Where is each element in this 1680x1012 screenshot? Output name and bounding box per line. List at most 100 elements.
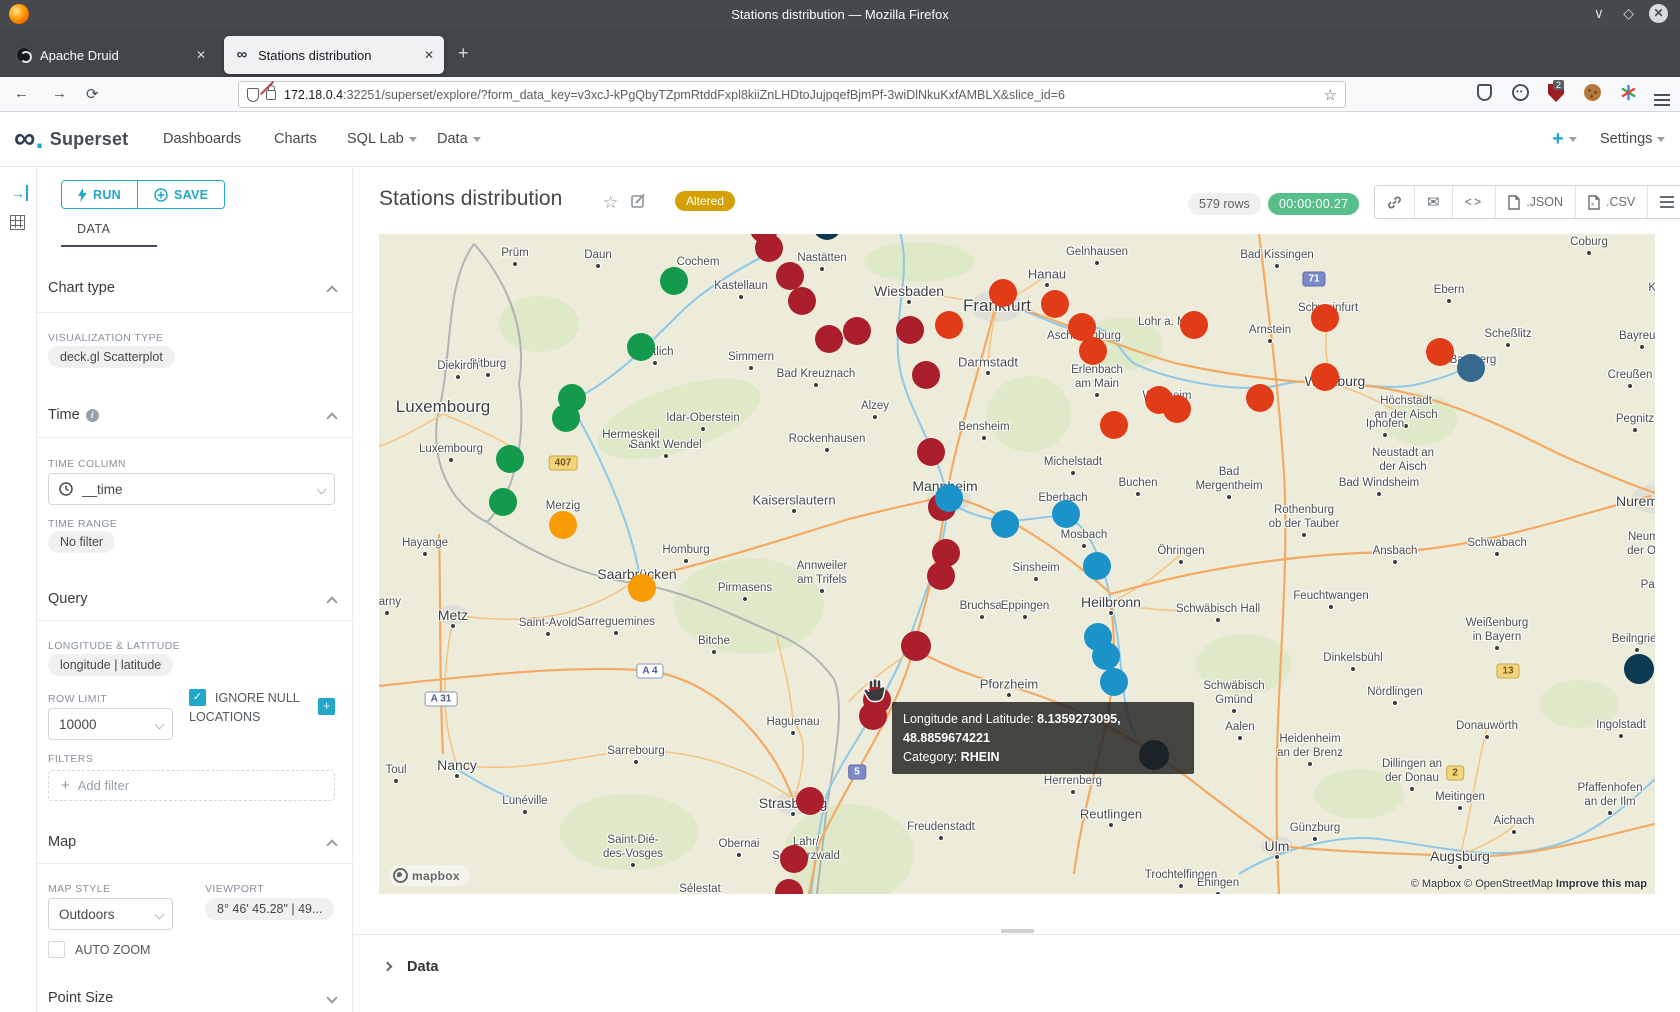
- favorite-star-icon[interactable]: ☆: [603, 193, 618, 213]
- data-point[interactable]: [627, 333, 655, 361]
- section-map[interactable]: Map: [48, 834, 76, 850]
- add-filter-box[interactable]: + Add filter: [48, 770, 335, 801]
- data-point[interactable]: [796, 787, 824, 815]
- data-point[interactable]: [1163, 395, 1191, 423]
- data-point[interactable]: [1083, 552, 1111, 580]
- viz-type-value[interactable]: deck.gl Scatterplot: [48, 346, 175, 368]
- data-point[interactable]: [1180, 311, 1208, 339]
- auto-zoom-checkbox[interactable]: [48, 941, 65, 958]
- pocket-icon[interactable]: [1477, 84, 1492, 101]
- section-query[interactable]: Query: [48, 591, 88, 607]
- data-point[interactable]: [815, 325, 843, 353]
- minimize-button[interactable]: ∨: [1594, 5, 1604, 22]
- chevron-up-icon[interactable]: [326, 839, 337, 850]
- section-point-size[interactable]: Point Size: [48, 990, 113, 1006]
- tab-close-icon[interactable]: ✕: [196, 48, 206, 62]
- data-point[interactable]: [489, 488, 517, 516]
- data-point[interactable]: [1426, 338, 1454, 366]
- tab-apache-druid[interactable]: Apache Druid ✕: [6, 36, 216, 74]
- data-point[interactable]: [991, 510, 1019, 538]
- nav-charts[interactable]: Charts: [274, 131, 317, 147]
- data-point[interactable]: [549, 511, 577, 539]
- cookie-icon[interactable]: [1584, 84, 1601, 101]
- nav-sql-lab[interactable]: SQL Lab: [347, 131, 417, 147]
- container-mask-icon[interactable]: [1512, 84, 1529, 101]
- data-point[interactable]: [1041, 290, 1069, 318]
- data-point[interactable]: [912, 361, 940, 389]
- map-style-select[interactable]: Outdoors: [48, 898, 173, 930]
- data-point[interactable]: [927, 562, 955, 590]
- share-link-button[interactable]: [1375, 186, 1415, 218]
- edit-title-icon[interactable]: [631, 193, 646, 213]
- export-json-button[interactable]: .JSON: [1496, 186, 1576, 218]
- lonlat-value[interactable]: longitude | latitude: [48, 654, 173, 676]
- bookmark-star-icon[interactable]: ☆: [1324, 86, 1337, 104]
- data-point[interactable]: [776, 262, 804, 290]
- embed-code-button[interactable]: <>: [1453, 186, 1497, 218]
- data-panel-toggle[interactable]: Data: [384, 959, 438, 975]
- run-button[interactable]: RUN: [62, 181, 138, 208]
- reload-button[interactable]: ⟳: [86, 85, 99, 103]
- data-point[interactable]: [1052, 500, 1080, 528]
- url-bar[interactable]: 172.18.0.4:32251/superset/explore/?form_…: [238, 81, 1346, 108]
- chevron-up-icon[interactable]: [326, 285, 337, 296]
- tab-data[interactable]: DATA: [77, 222, 110, 236]
- data-point[interactable]: [780, 845, 808, 873]
- menu-icon[interactable]: [1654, 99, 1670, 101]
- close-button[interactable]: ✕: [1649, 4, 1668, 23]
- data-point[interactable]: [1624, 654, 1654, 684]
- tracking-shield-icon[interactable]: [247, 88, 259, 102]
- map-attribution[interactable]: © Mapbox © OpenStreetMap Improve this ma…: [1411, 878, 1647, 890]
- nav-data[interactable]: Data: [437, 131, 481, 147]
- data-point[interactable]: [1100, 668, 1128, 696]
- data-point[interactable]: [755, 234, 783, 262]
- tab-close-icon[interactable]: ✕: [424, 48, 434, 62]
- extension-icon[interactable]: [1620, 84, 1638, 102]
- collapse-panel-icon[interactable]: →: [11, 185, 28, 201]
- section-chart-type[interactable]: Chart type: [48, 280, 115, 296]
- viewport-value[interactable]: 8° 46' 45.28" | 49...: [205, 898, 334, 920]
- data-point[interactable]: [989, 279, 1017, 307]
- data-point[interactable]: [552, 404, 580, 432]
- mapbox-logo[interactable]: mapbox: [389, 865, 469, 886]
- data-point[interactable]: [1092, 642, 1120, 670]
- data-point[interactable]: [917, 438, 945, 466]
- chevron-up-icon[interactable]: [326, 412, 337, 423]
- data-point[interactable]: [788, 287, 816, 315]
- data-point[interactable]: [1100, 411, 1128, 439]
- back-button[interactable]: ←: [14, 85, 29, 102]
- time-column-select[interactable]: __time: [48, 473, 335, 505]
- chevron-up-icon[interactable]: [326, 596, 337, 607]
- export-csv-button[interactable]: x .CSV: [1576, 186, 1648, 218]
- altered-badge[interactable]: Altered: [675, 191, 735, 211]
- data-point[interactable]: [496, 445, 524, 473]
- new-tab-button[interactable]: +: [458, 43, 469, 64]
- data-point[interactable]: [935, 311, 963, 339]
- data-point[interactable]: [901, 631, 931, 661]
- chevron-down-icon[interactable]: [326, 992, 337, 1003]
- data-point[interactable]: [935, 484, 963, 512]
- data-point[interactable]: [660, 267, 688, 295]
- data-point[interactable]: [1246, 384, 1274, 412]
- forward-button[interactable]: →: [52, 85, 67, 102]
- data-point[interactable]: [843, 317, 871, 345]
- row-limit-select[interactable]: 10000: [48, 708, 173, 740]
- nav-settings[interactable]: Settings: [1600, 131, 1665, 147]
- section-time[interactable]: Timei: [48, 407, 99, 423]
- data-point[interactable]: [1457, 354, 1485, 382]
- data-point[interactable]: [1079, 337, 1107, 365]
- time-range-value[interactable]: No filter: [48, 531, 115, 553]
- drag-handle[interactable]: [1001, 929, 1034, 933]
- save-button[interactable]: SAVE: [138, 181, 224, 208]
- map-canvas[interactable]: PrümDaunCochemKastellaunNastättenWiesbad…: [379, 234, 1655, 894]
- datasource-grid-icon[interactable]: [10, 215, 25, 230]
- email-button[interactable]: ✉: [1415, 186, 1453, 218]
- nav-add-button[interactable]: +: [1552, 128, 1577, 151]
- add-filter-plus-button[interactable]: +: [318, 698, 335, 715]
- data-point[interactable]: [1311, 304, 1339, 332]
- more-menu-button[interactable]: [1648, 186, 1680, 218]
- nav-dashboards[interactable]: Dashboards: [163, 131, 241, 147]
- data-point[interactable]: [896, 316, 924, 344]
- tab-stations-distribution[interactable]: ∞ Stations distribution ✕: [224, 36, 444, 74]
- superset-logo[interactable]: ∞. Superset: [14, 125, 128, 153]
